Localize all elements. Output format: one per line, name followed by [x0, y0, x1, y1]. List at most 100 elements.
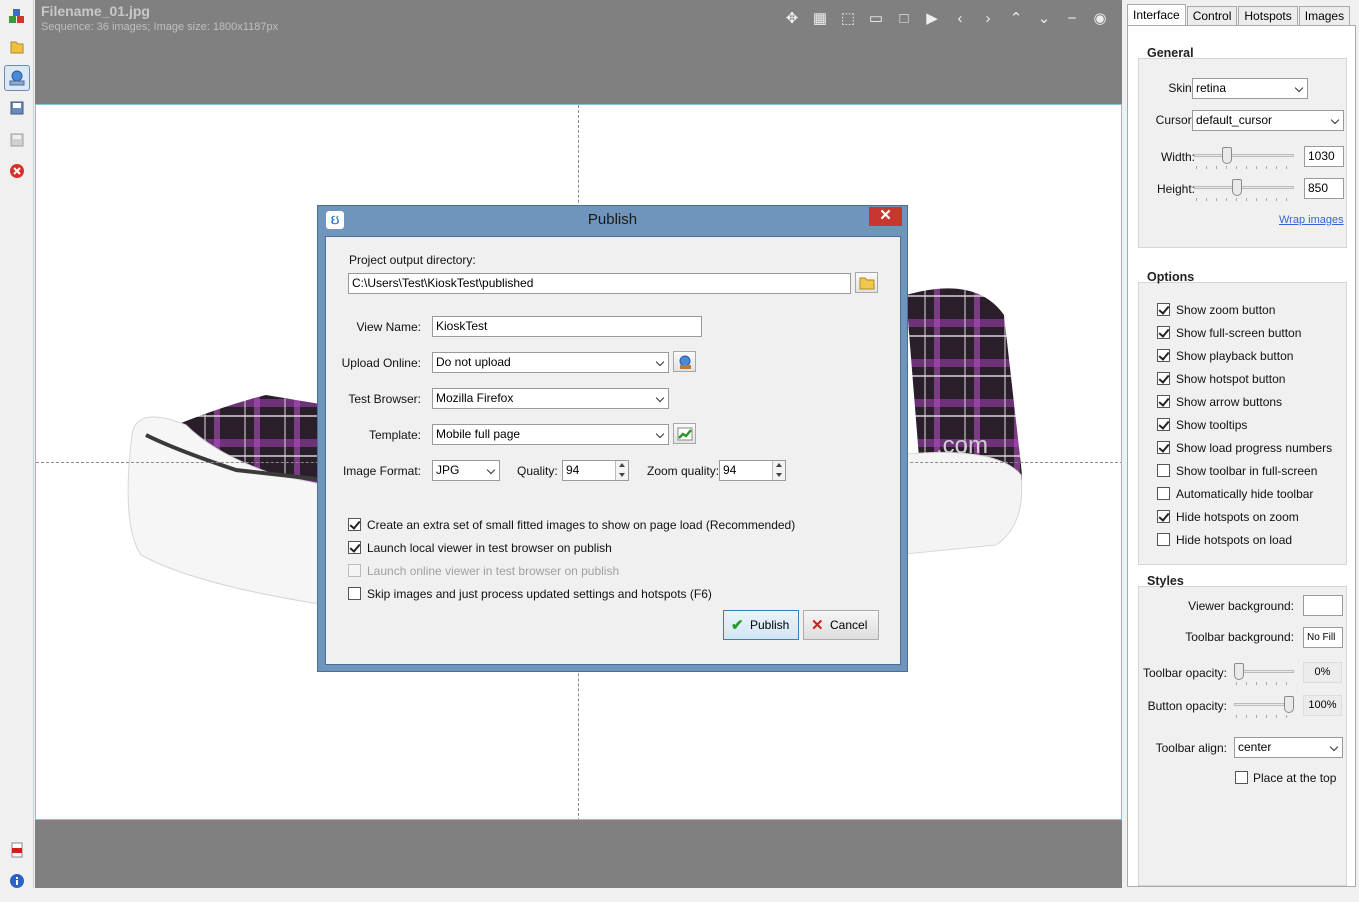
option-checkbox[interactable]: [1157, 533, 1170, 546]
close-icon[interactable]: ✕: [869, 207, 902, 226]
checkmark-icon: ✔: [731, 617, 744, 634]
browser-label: Test Browser:: [348, 392, 421, 406]
option-label: Show playback button: [1176, 349, 1294, 363]
tab-images[interactable]: Images: [1298, 6, 1351, 26]
arrow-right-icon[interactable]: ›: [976, 6, 1000, 30]
minus-icon[interactable]: −: [1060, 6, 1084, 30]
fullscreen-icon[interactable]: □: [892, 6, 916, 30]
target-icon[interactable]: ◉: [1088, 6, 1112, 30]
upload-select[interactable]: Do not upload: [432, 352, 669, 373]
pdf-icon[interactable]: [7, 840, 27, 860]
quality-value: 94: [566, 463, 580, 477]
option-checkbox[interactable]: [1157, 418, 1170, 431]
height-input[interactable]: 850: [1304, 178, 1344, 199]
option-label: Show full-screen button: [1176, 326, 1302, 340]
template-select[interactable]: Mobile full page: [432, 424, 669, 445]
file-title: Filename_01.jpg: [41, 3, 150, 19]
option-checkbox[interactable]: [1157, 487, 1170, 500]
publish-option-checkbox[interactable]: [348, 541, 361, 554]
tab-control[interactable]: Control: [1186, 6, 1238, 26]
option-checkbox[interactable]: [1157, 349, 1170, 362]
arrow-down-icon[interactable]: ⌄: [1032, 6, 1056, 30]
cursor-label: Cursor:: [1155, 113, 1195, 127]
option-label: Show zoom button: [1176, 303, 1276, 317]
select-icon[interactable]: ⬚: [836, 6, 860, 30]
toolbar-bg-swatch[interactable]: No Fill: [1303, 627, 1343, 648]
browse-folder-button[interactable]: [855, 272, 878, 293]
width-label: Width:: [1160, 150, 1195, 164]
publish-button-label: Publish: [750, 618, 790, 632]
width-slider[interactable]: [1194, 147, 1294, 169]
cancel-button[interactable]: ✕ Cancel: [803, 610, 879, 640]
option-label: Hide hotspots on zoom: [1176, 510, 1299, 524]
button-opacity-slider[interactable]: [1234, 696, 1294, 718]
option-checkbox[interactable]: [1157, 464, 1170, 477]
zoom-quality-value: 94: [723, 463, 737, 477]
publish-option-checkbox[interactable]: [348, 587, 361, 600]
arrow-left-icon[interactable]: ‹: [948, 6, 972, 30]
template-label: Template:: [368, 428, 421, 442]
viewer-bg-label: Viewer background:: [1188, 599, 1294, 613]
width-input[interactable]: 1030: [1304, 146, 1344, 167]
template-edit-button[interactable]: [673, 423, 696, 444]
publish-icon[interactable]: [4, 65, 30, 91]
skin-select[interactable]: retina: [1192, 78, 1308, 99]
puzzle-icon[interactable]: [7, 6, 27, 26]
place-top-checkbox[interactable]: [1235, 771, 1248, 784]
save-image-icon[interactable]: [7, 98, 27, 118]
publish-option-label: Create an extra set of small fitted imag…: [367, 518, 796, 532]
watermark-text: .com: [936, 432, 988, 459]
browser-select[interactable]: Mozilla Firefox: [432, 388, 669, 409]
zoom-quality-spinner[interactable]: 94: [719, 460, 786, 481]
move-icon[interactable]: ✥: [780, 6, 804, 30]
option-checkbox[interactable]: [1157, 326, 1170, 339]
view-name-input[interactable]: KioskTest: [432, 316, 702, 337]
toolbar-opacity-slider[interactable]: [1234, 663, 1294, 685]
toolbar-align-select[interactable]: center: [1234, 737, 1343, 758]
output-dir-input[interactable]: C:\Users\Test\KioskTest\published: [348, 273, 851, 294]
general-title: General: [1147, 46, 1194, 60]
option-checkbox[interactable]: [1157, 303, 1170, 316]
close-red-icon[interactable]: [7, 161, 27, 181]
height-slider[interactable]: [1194, 179, 1294, 201]
option-label: Hide hotspots on load: [1176, 533, 1293, 547]
play-icon[interactable]: ▶: [920, 6, 944, 30]
height-label: Height:: [1156, 182, 1195, 196]
publish-option-label: Skip images and just process updated set…: [367, 587, 712, 601]
viewer-toolbar: ✥ ▦ ⬚ ▭ □ ▶ ‹ › ⌃ ⌄ − ◉: [780, 6, 1112, 30]
status-strip: [0, 888, 1359, 902]
general-group: General Skin: retina Cursor: default_cur…: [1138, 46, 1347, 248]
x-icon: ✕: [811, 617, 824, 634]
option-checkbox[interactable]: [1157, 441, 1170, 454]
options-title: Options: [1147, 270, 1195, 284]
grid-icon[interactable]: ▦: [808, 6, 832, 30]
panel-tabs: Interface Control Hotspots Images: [1127, 4, 1351, 26]
quality-spinner[interactable]: 94: [562, 460, 629, 481]
fit-icon[interactable]: ▭: [864, 6, 888, 30]
viewer-bg-swatch[interactable]: [1303, 595, 1343, 616]
wrap-images-link[interactable]: Wrap images: [1279, 214, 1344, 226]
publish-option-checkbox[interactable]: [348, 518, 361, 531]
options-group: Options Show zoom button Show full-screen…: [1138, 270, 1347, 565]
publish-button[interactable]: ✔ Publish: [723, 610, 799, 640]
option-label: Automatically hide toolbar: [1176, 487, 1314, 501]
save-icon[interactable]: [7, 130, 27, 150]
format-select[interactable]: JPG: [432, 460, 500, 481]
tab-hotspots[interactable]: Hotspots: [1238, 6, 1298, 26]
upload-settings-button[interactable]: [673, 351, 696, 372]
toolbar-bg-label: Toolbar background:: [1185, 630, 1294, 644]
cursor-select[interactable]: default_cursor: [1192, 110, 1344, 131]
arrow-up-icon[interactable]: ⌃: [1004, 6, 1028, 30]
globe-icon: [679, 355, 691, 369]
tab-interface[interactable]: Interface: [1127, 4, 1186, 26]
option-checkbox[interactable]: [1157, 510, 1170, 523]
option-checkbox[interactable]: [1157, 372, 1170, 385]
upload-label: Upload Online:: [341, 356, 421, 370]
folder-icon[interactable]: [7, 37, 27, 57]
folder-icon: [859, 277, 874, 289]
styles-group: Styles Viewer background: Toolbar backgr…: [1138, 574, 1347, 886]
option-checkbox[interactable]: [1157, 395, 1170, 408]
dialog-body: Project output directory: C:\Users\Test\…: [325, 236, 901, 665]
option-label: Show toolbar in full-screen: [1176, 464, 1318, 478]
publish-dialog: ઇ Publish ✕ Project output directory: C:…: [317, 205, 908, 672]
